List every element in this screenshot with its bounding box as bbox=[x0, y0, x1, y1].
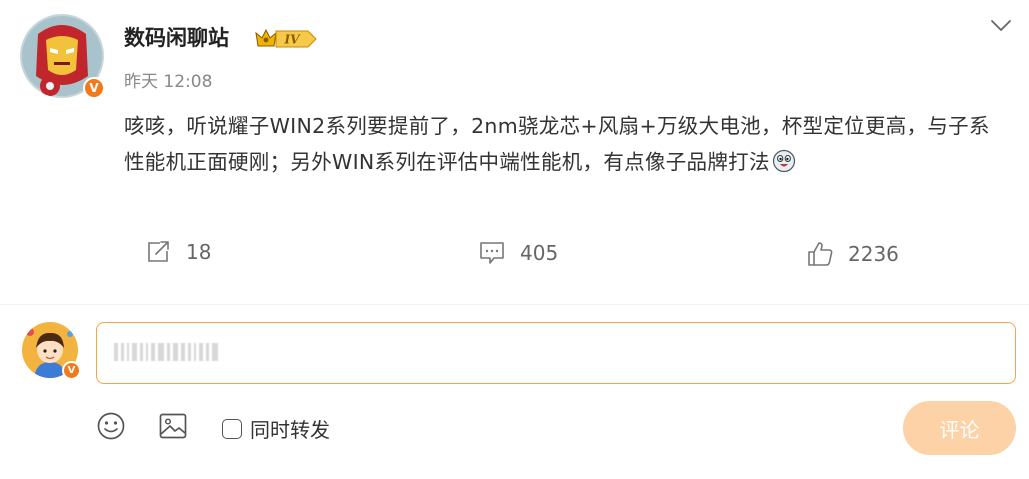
author-name[interactable]: 数码闲聊站 bbox=[124, 22, 229, 52]
comment-input[interactable] bbox=[96, 322, 1016, 384]
verified-badge: V bbox=[83, 77, 105, 99]
like-button[interactable]: 2236 bbox=[806, 240, 899, 268]
my-verified-badge: V bbox=[62, 361, 81, 380]
emoji-icon bbox=[97, 412, 125, 440]
repost-count: 18 bbox=[186, 240, 212, 264]
like-count: 2236 bbox=[848, 242, 899, 266]
forward-option[interactable]: 同时转发 bbox=[222, 414, 330, 443]
repost-icon bbox=[148, 241, 169, 262]
post-timestamp[interactable]: 昨天 12:08 bbox=[124, 67, 212, 92]
repost-button[interactable]: 18 bbox=[146, 240, 211, 264]
post-text: 咳咳，听说耀子WIN2系列要提前了，2nm骁龙芯+风扇+万级大电池，杯型定位更高… bbox=[124, 114, 990, 174]
comment-count: 405 bbox=[520, 241, 559, 265]
comment-input-value-redacted bbox=[114, 338, 221, 366]
laughing-emoji-icon bbox=[772, 148, 796, 184]
comment-button[interactable]: 405 bbox=[478, 240, 558, 266]
chevron-down-icon[interactable] bbox=[990, 18, 1012, 37]
submit-comment-button[interactable]: 评论 bbox=[903, 401, 1016, 455]
divider bbox=[0, 304, 1029, 305]
forward-checkbox[interactable] bbox=[222, 418, 242, 439]
forward-label: 同时转发 bbox=[250, 418, 330, 442]
level-text: IV bbox=[284, 33, 302, 47]
image-icon bbox=[159, 413, 187, 439]
image-button[interactable] bbox=[158, 411, 188, 445]
emoji-button[interactable] bbox=[96, 411, 126, 445]
vip-crown-icon[interactable]: IV bbox=[254, 26, 318, 56]
comment-icon bbox=[480, 242, 504, 264]
like-icon bbox=[808, 242, 833, 266]
post-content: 咳咳，听说耀子WIN2系列要提前了，2nm骁龙芯+风扇+万级大电池，杯型定位更高… bbox=[124, 108, 1004, 184]
